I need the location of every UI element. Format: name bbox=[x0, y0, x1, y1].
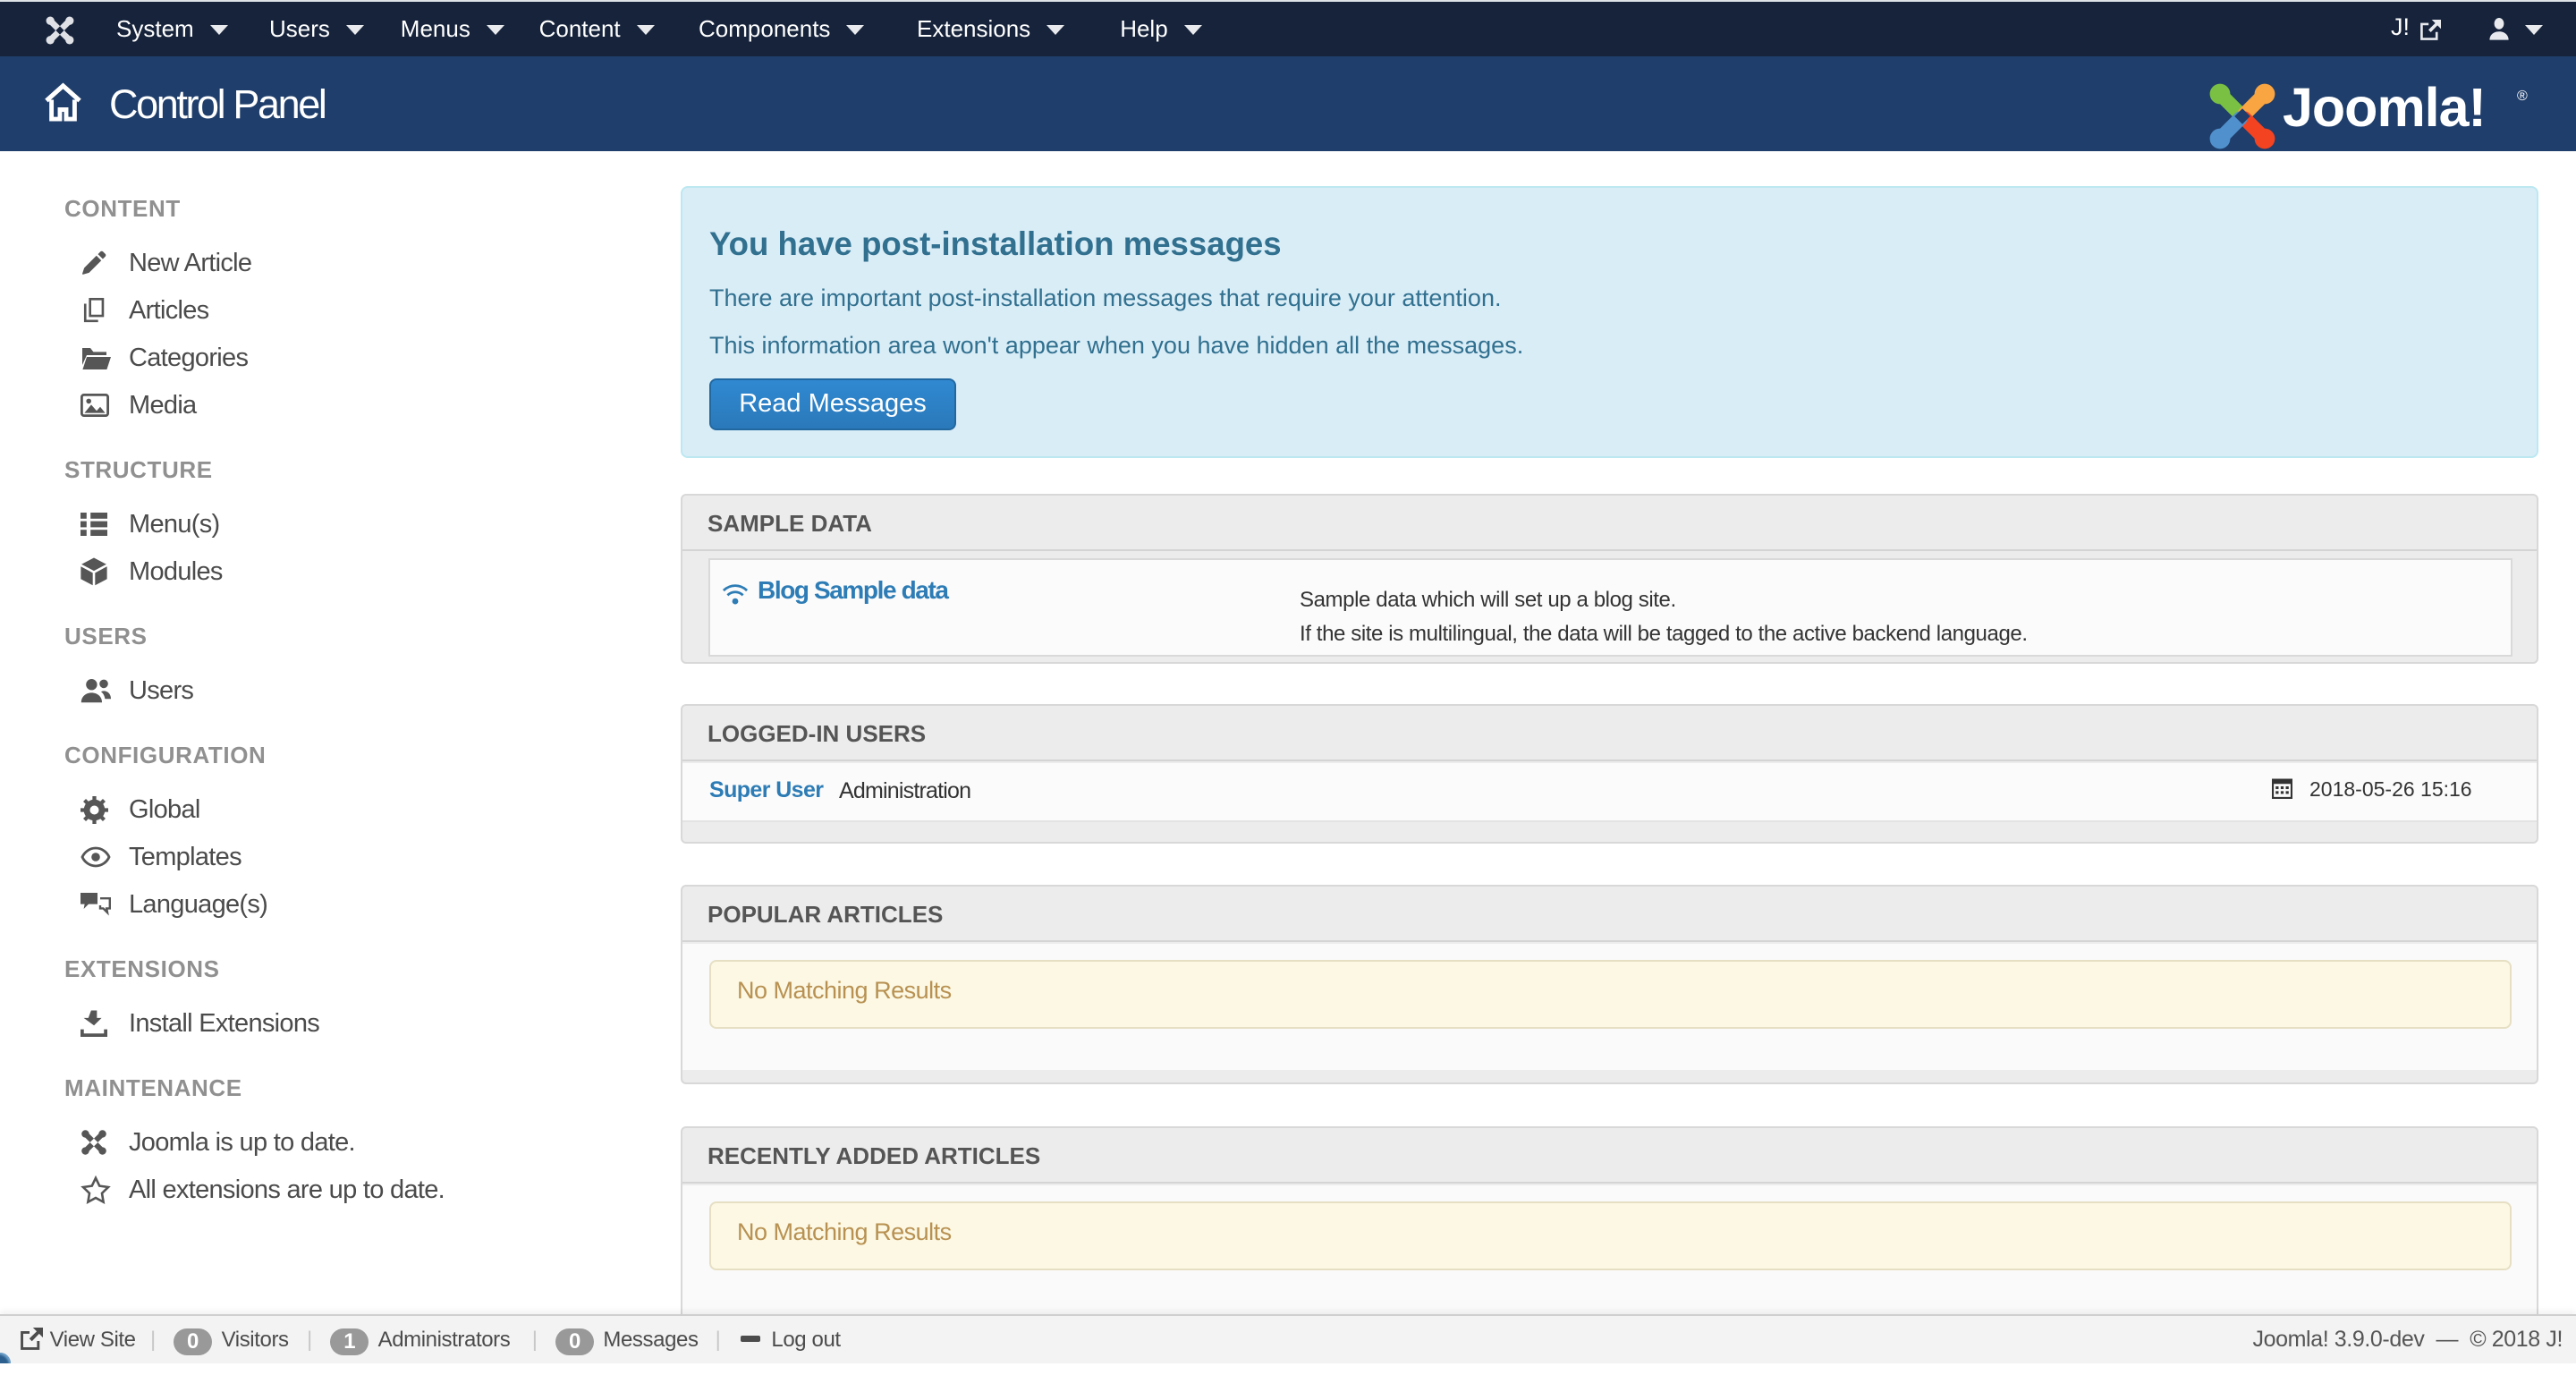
svg-text:®: ® bbox=[2517, 89, 2528, 104]
svg-text:Joomla!: Joomla! bbox=[2283, 79, 2486, 138]
